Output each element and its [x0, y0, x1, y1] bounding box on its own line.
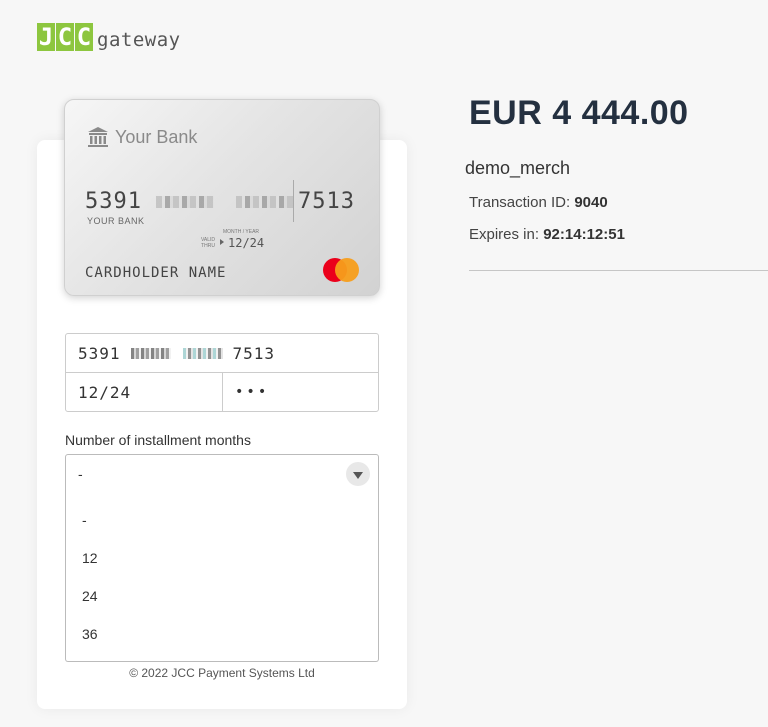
mastercard-orange-circle	[335, 258, 359, 282]
arrow-icon	[220, 239, 224, 245]
mastercard-icon	[323, 258, 361, 282]
cvv-value: •••	[235, 384, 270, 400]
installments-option[interactable]: 12	[66, 539, 378, 577]
expires-row: Expires in: 92:14:12:51	[469, 226, 625, 243]
payment-amount: EUR 4 444.00	[469, 94, 689, 132]
month-year-label: MONTH / YEAR	[223, 229, 260, 235]
transaction-id-value: 9040	[574, 194, 608, 211]
masked-digits	[155, 195, 214, 208]
logo-letter: J	[37, 23, 55, 51]
expiry-input[interactable]: 12/24	[65, 372, 223, 412]
installments-option[interactable]: 24	[66, 577, 378, 615]
card-bank-sub: YOUR BANK	[87, 216, 145, 226]
transaction-id-row: Transaction ID: 9040	[469, 194, 608, 211]
cvv-input[interactable]: •••	[222, 372, 379, 412]
summary-divider	[469, 270, 768, 271]
card-number-display: 5391	[85, 189, 294, 214]
logo-letter: C	[75, 23, 93, 51]
card-number-last: 7513	[298, 189, 355, 214]
card-number-last-value: 7513	[232, 343, 276, 363]
card-bank: Your Bank	[87, 126, 197, 148]
footer-copyright: © 2022 JCC Payment Systems Ltd	[129, 666, 315, 680]
installments-label: Number of installment months	[65, 432, 251, 448]
installments-option[interactable]: -	[66, 501, 378, 539]
installments-selected: -	[78, 465, 83, 482]
jcc-gateway-logo: J C C gateway	[37, 23, 181, 51]
installments-select[interactable]: -	[65, 454, 379, 493]
card-number-input[interactable]: 5391 7513	[65, 333, 379, 373]
merchant-name: demo_merch	[465, 158, 571, 178]
masked-digits	[130, 347, 171, 359]
card-bank-name: Your Bank	[115, 126, 198, 147]
bank-icon	[88, 127, 108, 147]
card-number-first-value: 5391	[78, 343, 121, 363]
expires-value: 92:14:12:51	[543, 226, 625, 243]
masked-digits	[235, 195, 294, 208]
card-preview: Your Bank 5391 7513 YOUR BANK VALID THRU…	[64, 99, 380, 296]
card-divider	[293, 180, 294, 222]
logo-word: gateway	[97, 29, 181, 51]
card-holder: CARDHOLDER NAME	[85, 265, 227, 281]
chevron-down-icon[interactable]	[346, 462, 370, 486]
transaction-id-label: Transaction ID:	[469, 194, 575, 211]
expiry-value: 12/24	[78, 382, 132, 402]
card-expiry: 12/24	[228, 236, 265, 250]
valid-thru-label: VALID THRU	[200, 237, 216, 249]
card-number-first: 5391	[85, 189, 142, 214]
expires-label: Expires in:	[469, 226, 544, 243]
installments-option[interactable]: 36	[66, 615, 378, 653]
installments-dropdown: - 12 24 36	[65, 492, 379, 662]
logo-letter: C	[56, 23, 74, 51]
masked-digits	[182, 347, 223, 359]
